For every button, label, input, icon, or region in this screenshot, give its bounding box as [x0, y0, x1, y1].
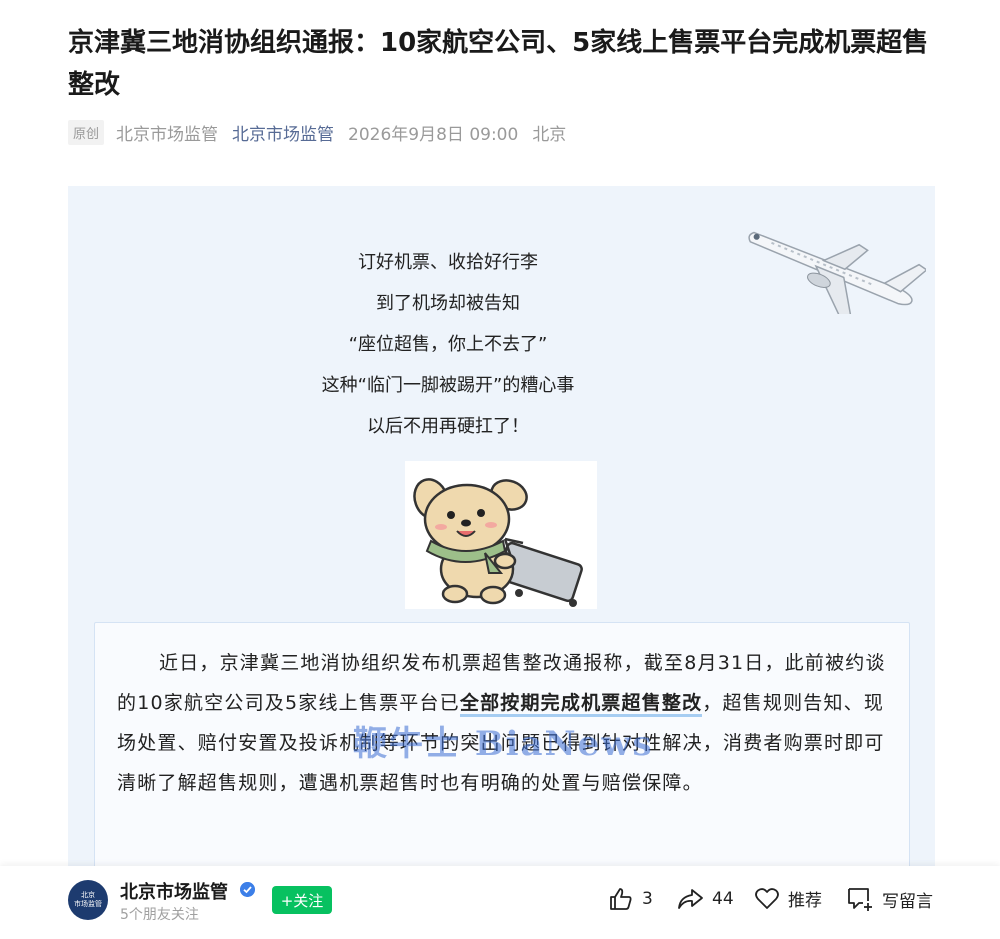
publish-location: 北京	[532, 125, 567, 145]
intro-line: 以后不用再硬扛了！	[367, 416, 529, 437]
account-link[interactable]: 北京市场监管	[232, 120, 334, 145]
account-name[interactable]: 北京市场监管	[120, 878, 228, 904]
follow-button[interactable]: +关注	[272, 886, 332, 914]
bottom-action-bar: 北京 市场监管 北京市场监管 5个朋友关注 +关注 3 44 推荐 写留言	[0, 866, 1000, 939]
share-button[interactable]: 44	[676, 886, 734, 912]
dog-sticker-icon	[405, 461, 597, 609]
share-icon	[678, 889, 703, 909]
publish-datetime: 2026年9月8日 09:00	[348, 125, 519, 145]
share-count: 44	[712, 889, 734, 909]
comment-button[interactable]: 写留言	[846, 886, 933, 912]
thumbs-up-icon	[610, 888, 632, 910]
article-title: 京津冀三地消协组织通报：10家航空公司、5家线上售票平台完成机票超售整改	[68, 28, 929, 100]
recommend-button[interactable]: 推荐	[754, 886, 822, 911]
highlighted-text: 全部按期完成机票超售整改	[459, 692, 703, 717]
watermark: 鞭牛士 BiaNews	[353, 724, 654, 764]
heart-icon	[755, 887, 779, 909]
intro-line: “座位超售，你上不去了”	[348, 334, 548, 355]
like-button[interactable]: 3	[608, 886, 653, 912]
avatar-text: 市场监管	[74, 900, 102, 908]
comment-label: 写留言	[882, 891, 933, 912]
article-body-panel: 订好机票、收拾好行李 到了机场却被告知 “座位超售，你上不去了” 这种“临门一脚…	[68, 186, 935, 876]
like-count: 3	[642, 889, 653, 909]
intro-lines: 订好机票、收拾好行李 到了机场却被告知 “座位超售，你上不去了” 这种“临门一脚…	[68, 242, 828, 447]
intro-line: 这种“临门一脚被踢开”的糟心事	[321, 375, 575, 396]
original-tag: 原创	[68, 120, 105, 145]
avatar[interactable]: 北京 市场监管	[68, 880, 108, 920]
author-name: 北京市场监管	[116, 125, 219, 145]
avatar-text: 北京	[81, 891, 95, 899]
comment-icon	[848, 888, 872, 911]
followers-count: 5个朋友关注	[120, 907, 199, 923]
recommend-label: 推荐	[788, 891, 822, 911]
intro-line: 订好机票、收拾好行李	[358, 252, 538, 273]
article-meta: 原创 北京市场监管 北京市场监管 2026年9月8日 09:00 北京	[68, 120, 580, 145]
intro-line: 到了机场却被告知	[376, 293, 520, 314]
verified-icon	[240, 882, 255, 897]
